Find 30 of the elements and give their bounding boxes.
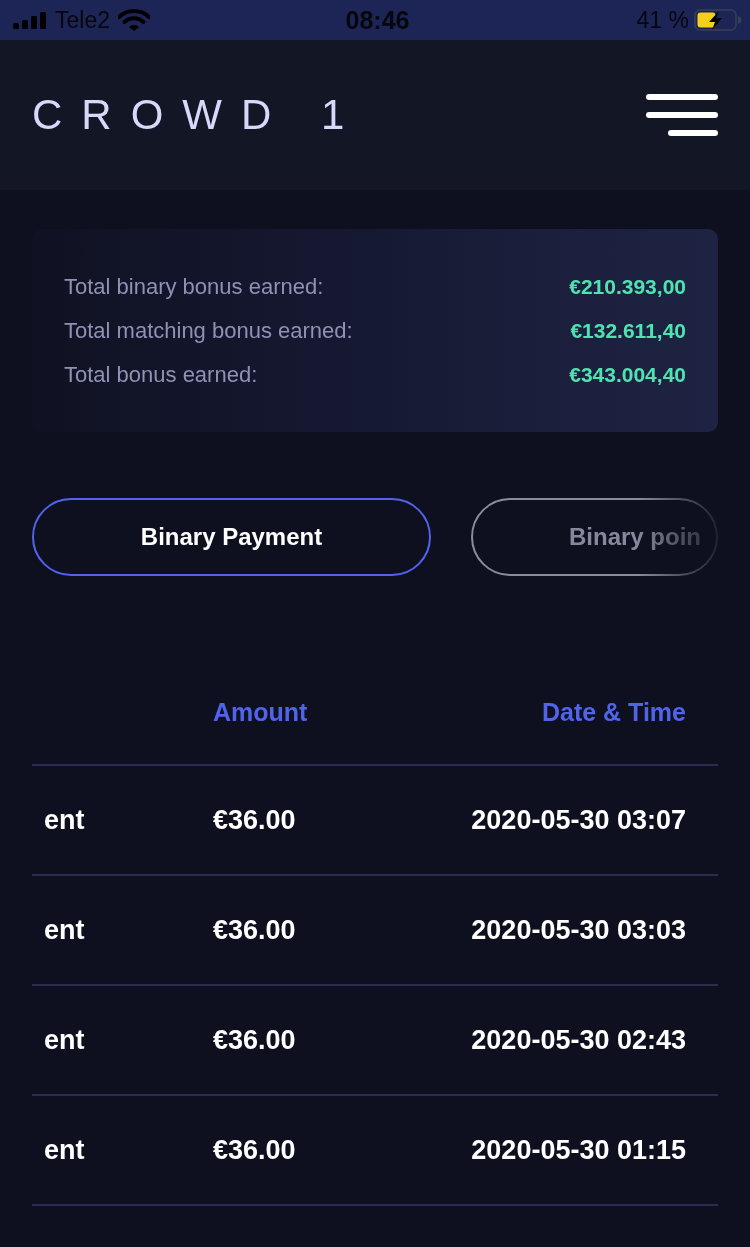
tab[interactable]: Binary poin xyxy=(471,498,718,576)
logo: CROWD 1 xyxy=(32,94,364,136)
table-cell-text: €36.00 xyxy=(213,1134,297,1166)
bonus-label: Total matching bonus earned: xyxy=(64,318,353,344)
battery-icon xyxy=(694,9,742,31)
wifi-icon xyxy=(118,9,150,31)
table-cell-text: €36.00 xyxy=(213,914,297,946)
table-cell-text: €36.00 xyxy=(213,804,297,836)
carrier-name: Tele2 xyxy=(55,6,110,34)
table-cell: 2020-05-30 01:15 xyxy=(471,1134,686,1166)
bonus-label: Total bonus earned: xyxy=(64,362,258,388)
battery-percent: 41 % xyxy=(636,6,689,34)
bonus-amount: €210.393,00 xyxy=(569,275,686,299)
bonus-amount: €343.004,40 xyxy=(569,363,686,387)
menu-icon[interactable] xyxy=(646,94,718,136)
table-cell: 2020-05-30 03:03 xyxy=(471,914,686,946)
table-cell-text: ent xyxy=(43,804,86,836)
signal-icon xyxy=(13,11,47,29)
table-cell: 2020-05-30 03:07 xyxy=(471,804,686,836)
table-cell-text: €36.00 xyxy=(213,1024,297,1056)
bonus-amount: €132.611,40 xyxy=(570,319,686,343)
table-cell: 2020-05-30 02:43 xyxy=(471,1024,686,1056)
column-header: Date & Time xyxy=(541,697,686,727)
table-cell-text: ent xyxy=(43,1134,86,1166)
column-header: Amount xyxy=(213,697,309,727)
clock-time: 08:46 xyxy=(345,5,410,35)
bonus-label: Total binary bonus earned: xyxy=(64,274,324,300)
tab[interactable]: Binary Payment xyxy=(32,498,431,576)
table-cell-text: ent xyxy=(43,1024,86,1056)
table-cell-text: ent xyxy=(43,914,86,946)
